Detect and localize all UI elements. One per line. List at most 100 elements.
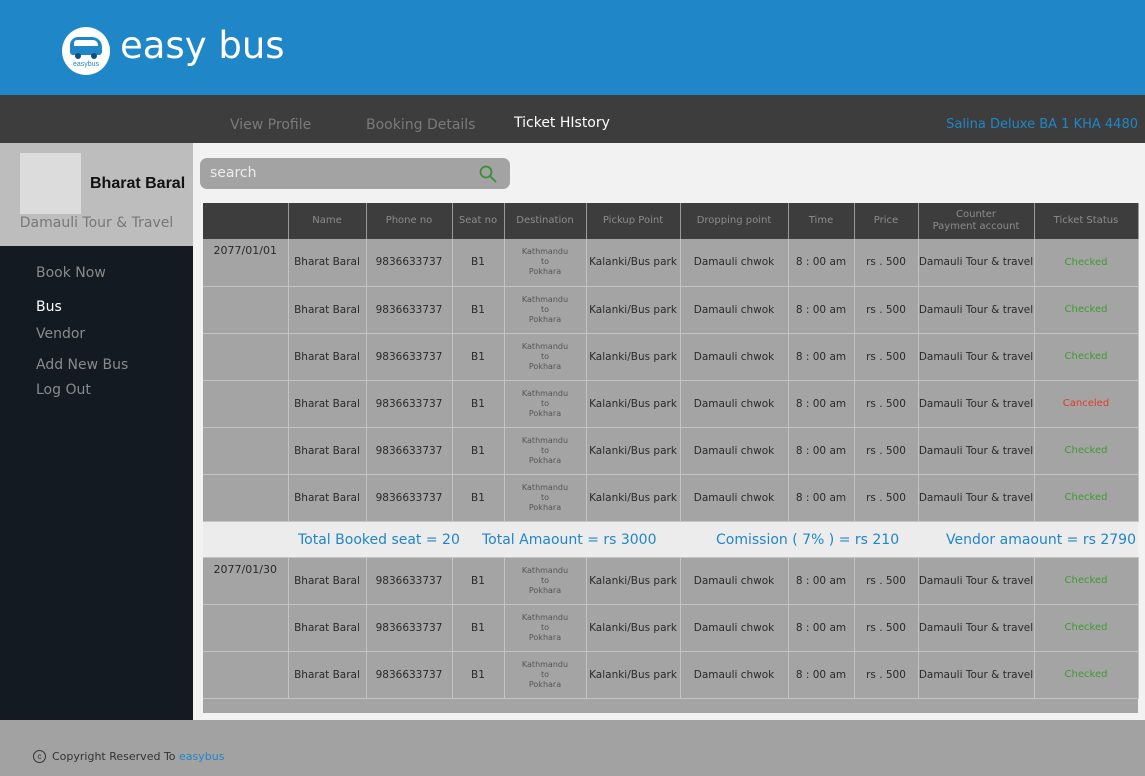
table-row[interactable]: Bharat Baral 9836633737 B1 Kathmandu to Pokha…	[203, 474, 1139, 522]
destination-cell: Kathmandu to Pokhara	[504, 427, 587, 475]
time-cell: 8 : 00 am	[788, 557, 855, 605]
pickup-cell: Kalanki/Bus park	[586, 651, 681, 699]
seat-cell: B1	[452, 239, 505, 287]
pickup-cell: Kalanki/Bus park	[586, 557, 681, 605]
destination-cell: Kathmandu to Pokhara	[504, 239, 587, 287]
seat-cell: B1	[452, 651, 505, 699]
summary-cell: Total Booked seat = 20 Total Amaount = rs…	[203, 521, 1138, 558]
bus-logo-icon[interactable]: easybus	[62, 27, 110, 75]
table-row[interactable]: Bharat Baral 9836633737 B1 Kathmandu to Pokha…	[203, 604, 1139, 652]
time-cell: 8 : 00 am	[788, 286, 855, 334]
date-cell	[203, 427, 289, 475]
table-row[interactable]: Bharat Baral 9836633737 B1 Kathmandu to Pokha…	[203, 651, 1139, 699]
destination-part: to	[540, 398, 550, 408]
pickup-cell: Kalanki/Bus park	[586, 474, 681, 522]
destination-part: Kathmandu	[521, 341, 569, 351]
sidebar-item-log-out[interactable]: Log Out	[36, 382, 91, 398]
table-row[interactable]: Bharat Baral 9836633737 B1 Kathmandu to Pokha…	[203, 427, 1139, 475]
copyright-icon: c	[33, 750, 46, 763]
nav-ticket-history[interactable]: Ticket HIstory	[514, 115, 610, 131]
pickup-cell: Kalanki/Bus park	[586, 604, 681, 652]
price-cell: rs . 500	[854, 380, 919, 428]
table-row[interactable]: Bharat Baral 9836633737 B1 Kathmandu to Pokha…	[203, 333, 1139, 381]
drop-cell: Damauli chwok	[680, 286, 789, 334]
destination-part: to	[540, 622, 550, 632]
price-cell: rs . 500	[854, 333, 919, 381]
destination-part: Pokhara	[528, 361, 562, 371]
phone-cell: 9836633737	[366, 380, 453, 428]
destination-part: Pokhara	[528, 632, 562, 642]
status-badge: Canceled	[1034, 380, 1139, 428]
destination-part: to	[540, 257, 550, 267]
pickup-cell: Kalanki/Bus park	[586, 286, 681, 334]
drop-cell: Damauli chwok	[680, 651, 789, 699]
table-body: 2077/01/01 Bharat Baral 9836633737 B1 Kathma…	[203, 239, 1139, 699]
name-cell: Bharat Baral	[288, 427, 367, 475]
date-cell: 2077/01/01	[203, 239, 289, 287]
status-badge: Checked	[1034, 651, 1139, 699]
name-cell: Bharat Baral	[288, 474, 367, 522]
account-cell: Damauli Tour & travel	[918, 239, 1035, 287]
time-cell: 8 : 00 am	[788, 651, 855, 699]
account-cell: Damauli Tour & travel	[918, 286, 1035, 334]
seat-cell: B1	[452, 380, 505, 428]
destination-part: to	[540, 492, 550, 502]
phone-cell: 9836633737	[366, 333, 453, 381]
destination-part: to	[540, 304, 550, 314]
destination-part: Pokhara	[528, 455, 562, 465]
destination-cell: Kathmandu to Pokhara	[504, 474, 587, 522]
destination-part: Kathmandu	[521, 482, 569, 492]
name-cell: Bharat Baral	[288, 380, 367, 428]
seat-cell: B1	[452, 604, 505, 652]
search-input[interactable]	[210, 163, 470, 183]
drop-cell: Damauli chwok	[680, 239, 789, 287]
price-cell: rs . 500	[854, 604, 919, 652]
sidebar-item-vendor[interactable]: Vendor	[36, 326, 85, 342]
status-badge: Checked	[1034, 286, 1139, 334]
phone-cell: 9836633737	[366, 604, 453, 652]
logo-text: easybus	[72, 61, 100, 68]
account-cell: Damauli Tour & travel	[918, 427, 1035, 475]
destination-part: Kathmandu	[521, 388, 569, 398]
selected-bus-name[interactable]: Salina Deluxe BA 1 KHA 4480	[946, 117, 1138, 132]
destination-part: Kathmandu	[521, 565, 569, 575]
destination-part: Kathmandu	[521, 294, 569, 304]
phone-cell: 9836633737	[366, 427, 453, 475]
column-header: Seat no	[452, 203, 505, 239]
nav-view-profile[interactable]: View Profile	[230, 117, 311, 133]
nav-booking-details[interactable]: Booking Details	[366, 117, 475, 133]
footer: c Copyright Reserved To easybus	[0, 720, 1145, 776]
destination-part: Pokhara	[528, 585, 562, 595]
phone-cell: 9836633737	[366, 557, 453, 605]
table-row[interactable]: 2077/01/01 Bharat Baral 9836633737 B1 Kathma…	[203, 239, 1139, 287]
date-cell: 2077/01/30	[203, 557, 289, 605]
sidebar-item-bus[interactable]: Bus	[36, 299, 62, 315]
destination-part: Pokhara	[528, 267, 562, 277]
copyright-brand-link[interactable]: easybus	[179, 750, 224, 763]
copyright-label: Copyright Reserved To	[52, 750, 176, 763]
column-header: Counter Payment account	[918, 203, 1035, 239]
table-row[interactable]: Bharat Baral 9836633737 B1 Kathmandu to Pokha…	[203, 286, 1139, 334]
status-badge: Checked	[1034, 239, 1139, 287]
table-row[interactable]: Bharat Baral 9836633737 B1 Kathmandu to Pokha…	[203, 380, 1139, 428]
table-row[interactable]: 2077/01/30 Bharat Baral 9836633737 B1 Kathma…	[203, 557, 1139, 605]
phone-cell: 9836633737	[366, 651, 453, 699]
date-cell	[203, 380, 289, 428]
drop-cell: Damauli chwok	[680, 380, 789, 428]
status-badge: Checked	[1034, 427, 1139, 475]
destination-cell: Kathmandu to Pokhara	[504, 604, 587, 652]
destination-part: Kathmandu	[521, 612, 569, 622]
destination-part: Kathmandu	[521, 435, 569, 445]
sidebar-item-book-now[interactable]: Book Now	[36, 265, 106, 281]
ticket-history-table: Name Phone no Seat no Destination Pickup Poi…	[203, 203, 1139, 699]
status-badge: Checked	[1034, 557, 1139, 605]
column-header: Ticket Status	[1034, 203, 1139, 239]
seat-cell: B1	[452, 333, 505, 381]
destination-part: Kathmandu	[521, 659, 569, 669]
status-badge: Checked	[1034, 474, 1139, 522]
sidebar-item-add-new-bus[interactable]: Add New Bus	[36, 357, 128, 373]
seat-cell: B1	[452, 557, 505, 605]
app-name: easy bus	[120, 24, 285, 67]
profile-card: Bharat Baral Damauli Tour & Travel	[0, 143, 193, 246]
search-icon[interactable]	[478, 164, 498, 184]
